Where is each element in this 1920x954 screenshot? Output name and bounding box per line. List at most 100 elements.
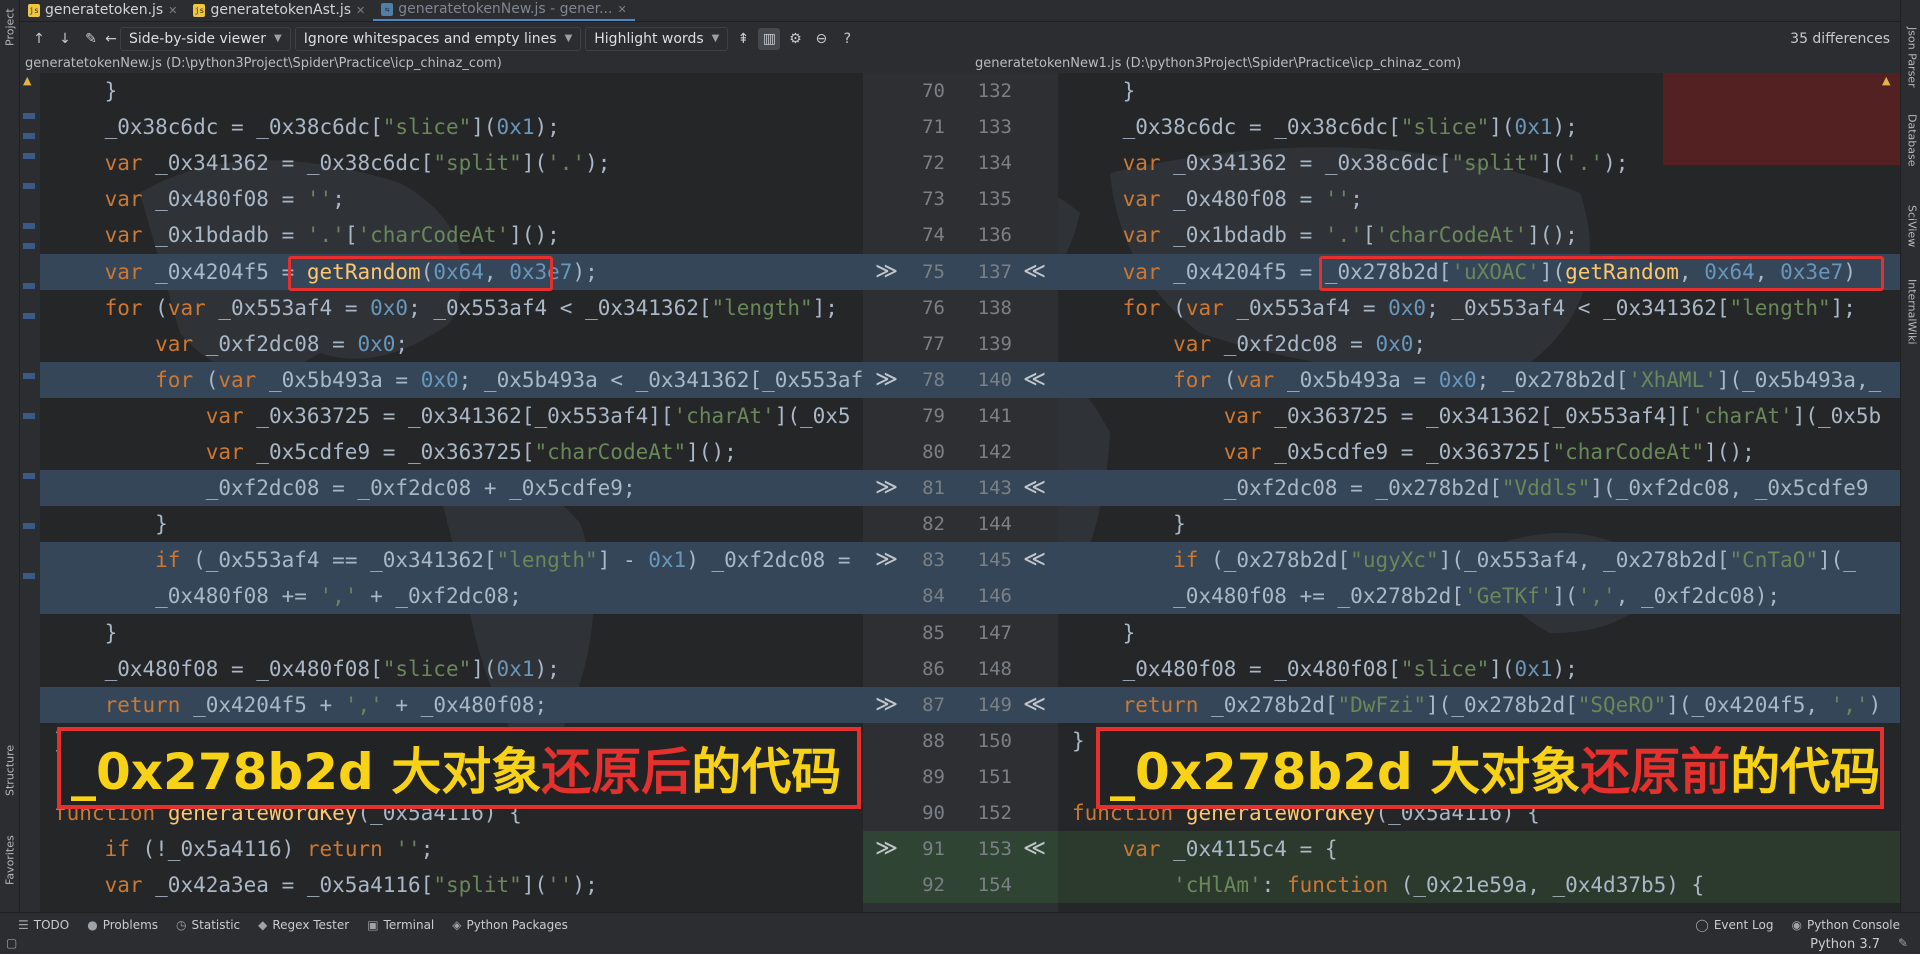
code-line[interactable]: _0x480f08 = _0x480f08["slice"](0x1);: [1058, 651, 1900, 687]
tab-generatetoken[interactable]: js generatetoken.js ✕: [20, 0, 185, 21]
internal-wiki-tool-tab[interactable]: InternalWiki: [1904, 272, 1920, 352]
code-line[interactable]: }: [40, 615, 883, 651]
code-line[interactable]: var _0x42a3ea = _0x5a4116["split"]('');: [40, 867, 883, 903]
code-line[interactable]: }: [40, 506, 883, 542]
code-line[interactable]: var _0x363725 = _0x341362[_0x553af4]['ch…: [40, 398, 883, 434]
tool-window-button[interactable]: ◷ Statistic: [176, 918, 240, 932]
tool-window-button[interactable]: ▣ Terminal: [367, 918, 434, 932]
diff-toolbar: ↑ ↓ ✎ ← Side-by-side viewer ▼ Ignore whi…: [20, 22, 1900, 55]
apply-change-right-icon[interactable]: ≫: [875, 542, 898, 578]
code-token: }: [1072, 79, 1136, 103]
next-difference-icon[interactable]: ↓: [54, 28, 76, 50]
tool-window-button[interactable]: ◆ Regex Tester: [258, 918, 349, 932]
code-line[interactable]: for (var _0x5b493a = 0x0; _0x5b493a < _0…: [40, 361, 883, 398]
settings-gear-icon[interactable]: ⚙: [784, 28, 806, 50]
code-token: }: [54, 512, 168, 537]
code-line[interactable]: var _0x5cdfe9 = _0x363725["charCodeAt"](…: [40, 434, 883, 470]
code-token: var: [1185, 295, 1224, 320]
code-line[interactable]: _0xf2dc08 = _0x278b2d["Vddls"](_0xf2dc08…: [1058, 470, 1900, 507]
code-line[interactable]: }: [1058, 615, 1900, 651]
gutter-row: 90 152: [863, 795, 1058, 831]
tool-window-button[interactable]: ● Problems: [87, 918, 158, 932]
help-button[interactable]: ?: [836, 28, 858, 50]
tool-window-button[interactable]: ◈ Python Packages: [452, 918, 568, 932]
code-line[interactable]: var _0x5cdfe9 = _0x363725["charCodeAt"](…: [1058, 434, 1900, 470]
code-line[interactable]: if (_0x278b2d["ugyXc"](_0x553af4, _0x278…: [1058, 542, 1900, 579]
code-line[interactable]: var _0x363725 = _0x341362[_0x553af4]['ch…: [1058, 398, 1900, 434]
code-line[interactable]: for (var _0x553af4 = 0x0; _0x553af4 < _0…: [40, 290, 883, 326]
structure-tool-tab[interactable]: Structure: [2, 740, 18, 800]
database-tool-tab[interactable]: Database: [1904, 108, 1920, 172]
apply-change-left-icon[interactable]: ≪: [1023, 470, 1046, 506]
code-line[interactable]: _0x480f08 += ',' + _0xf2dc08;: [40, 578, 883, 615]
tab-generatetokennew[interactable]: ⇆ generatetokenNew.js - gener... ✕: [373, 0, 635, 21]
notification-icon[interactable]: ✎: [1898, 936, 1908, 950]
code-line[interactable]: var _0x480f08 = '';: [1058, 181, 1900, 217]
statistic-icon: ◷: [176, 917, 187, 932]
apply-change-left-icon[interactable]: ≪: [1023, 687, 1046, 723]
code-line[interactable]: _0x480f08 += _0x278b2d['GeTKf'](',', _0x…: [1058, 578, 1900, 615]
close-icon[interactable]: ✕: [168, 4, 177, 17]
code-line[interactable]: _0x480f08 = _0x480f08["slice"](0x1);: [40, 651, 883, 687]
favorites-tool-tab[interactable]: Favorites: [2, 830, 18, 890]
tool-window-button[interactable]: ◯ Event Log: [1695, 918, 1773, 932]
apply-change-right-icon[interactable]: ≫: [875, 362, 898, 398]
code-line[interactable]: var _0x1bdadb = '.'['charCodeAt']();: [40, 217, 883, 253]
project-tool-tab[interactable]: Project: [2, 4, 18, 50]
close-icon[interactable]: ✕: [356, 4, 365, 17]
code-line[interactable]: var _0xf2dc08 = 0x0;: [40, 326, 883, 362]
apply-change-right-icon[interactable]: ≫: [875, 831, 898, 867]
code-line[interactable]: for (var _0x5b493a = 0x0; _0x278b2d['XhA…: [1058, 361, 1900, 398]
right-line-number: 144: [977, 513, 1012, 536]
code-line[interactable]: var _0x1bdadb = '.'['charCodeAt']();: [1058, 217, 1900, 253]
close-icon[interactable]: ✕: [617, 3, 626, 16]
lock-scroll-icon[interactable]: ⊖: [810, 28, 832, 50]
code-token: var: [1122, 151, 1161, 176]
code-line[interactable]: var _0x480f08 = '';: [40, 181, 883, 217]
more-arrow-icon[interactable]: ←: [105, 28, 117, 50]
previous-difference-icon[interactable]: ↑: [28, 28, 50, 50]
apply-change-left-icon[interactable]: ≪: [1023, 362, 1046, 398]
tool-window-button[interactable]: ◉ Python Console: [1791, 918, 1900, 932]
code-line[interactable]: }: [1058, 73, 1900, 109]
collapse-unchanged-icon[interactable]: ⇞: [732, 28, 754, 50]
apply-change-left-icon[interactable]: ≪: [1023, 254, 1046, 290]
code-line[interactable]: _0xf2dc08 = _0xf2dc08 + _0x5cdfe9;: [40, 470, 883, 507]
code-line[interactable]: }: [40, 73, 883, 109]
highlight-words-dropdown[interactable]: Highlight words ▼: [585, 26, 729, 51]
ignore-whitespace-dropdown[interactable]: Ignore whitespaces and empty lines ▼: [294, 26, 582, 51]
apply-change-right-icon[interactable]: ≫: [875, 254, 898, 290]
code-line[interactable]: return _0x4204f5 + ',' + _0x480f08;: [40, 686, 883, 723]
apply-change-left-icon[interactable]: ≪: [1023, 542, 1046, 578]
apply-change-right-icon[interactable]: ≫: [875, 687, 898, 723]
bottom-tools-right: ◯ Event Log ◉ Python Console: [1677, 918, 1900, 932]
viewer-mode-dropdown[interactable]: Side-by-side viewer ▼: [120, 26, 291, 51]
code-line[interactable]: var _0x341362 = _0x38c6dc["split"]('.');: [40, 145, 883, 181]
code-line[interactable]: return _0x278b2d["DwFzi"](_0x278b2d["SQe…: [1058, 686, 1900, 723]
code-line[interactable]: for (var _0x553af4 = 0x0; _0x553af4 < _0…: [1058, 290, 1900, 326]
sciview-tool-tab[interactable]: SciView: [1904, 198, 1920, 254]
layout-toggle-icon[interactable]: ▢: [6, 936, 17, 950]
code-line[interactable]: var _0xf2dc08 = 0x0;: [1058, 326, 1900, 362]
tab-generatetokenast[interactable]: js generatetokenAst.js ✕: [185, 0, 373, 21]
edit-source-icon[interactable]: ✎: [80, 28, 102, 50]
apply-change-left-icon[interactable]: ≪: [1023, 831, 1046, 867]
code-line[interactable]: 'cHlAm': function (_0x21e59a, _0x4d37b5)…: [1058, 867, 1900, 904]
code-token: "charCodeAt": [534, 440, 687, 464]
code-line[interactable]: _0x38c6dc = _0x38c6dc["slice"](0x1);: [40, 109, 883, 145]
python-interpreter-status[interactable]: Python 3.7: [1810, 937, 1880, 952]
sync-scroll-icon[interactable]: ▥: [758, 27, 781, 50]
code-token: return: [306, 837, 383, 862]
code-line[interactable]: if (!_0x5a4116) return '';: [40, 831, 883, 867]
json-parser-tool-tab[interactable]: Json Parser: [1904, 22, 1920, 92]
code-line[interactable]: _0x38c6dc = _0x38c6dc["slice"](0x1);: [1058, 109, 1900, 145]
code-line[interactable]: if (_0x553af4 == _0x341362["length"] - 0…: [40, 542, 883, 579]
code-token: '.': [1324, 223, 1363, 248]
apply-change-right-icon[interactable]: ≫: [875, 470, 898, 506]
code-line[interactable]: }: [1058, 506, 1900, 542]
code-line[interactable]: var _0x341362 = _0x38c6dc["split"]('.');: [1058, 145, 1900, 181]
code-line[interactable]: var _0x4115c4 = {: [1058, 831, 1900, 868]
tool-window-button[interactable]: ☰ TODO: [18, 918, 69, 932]
